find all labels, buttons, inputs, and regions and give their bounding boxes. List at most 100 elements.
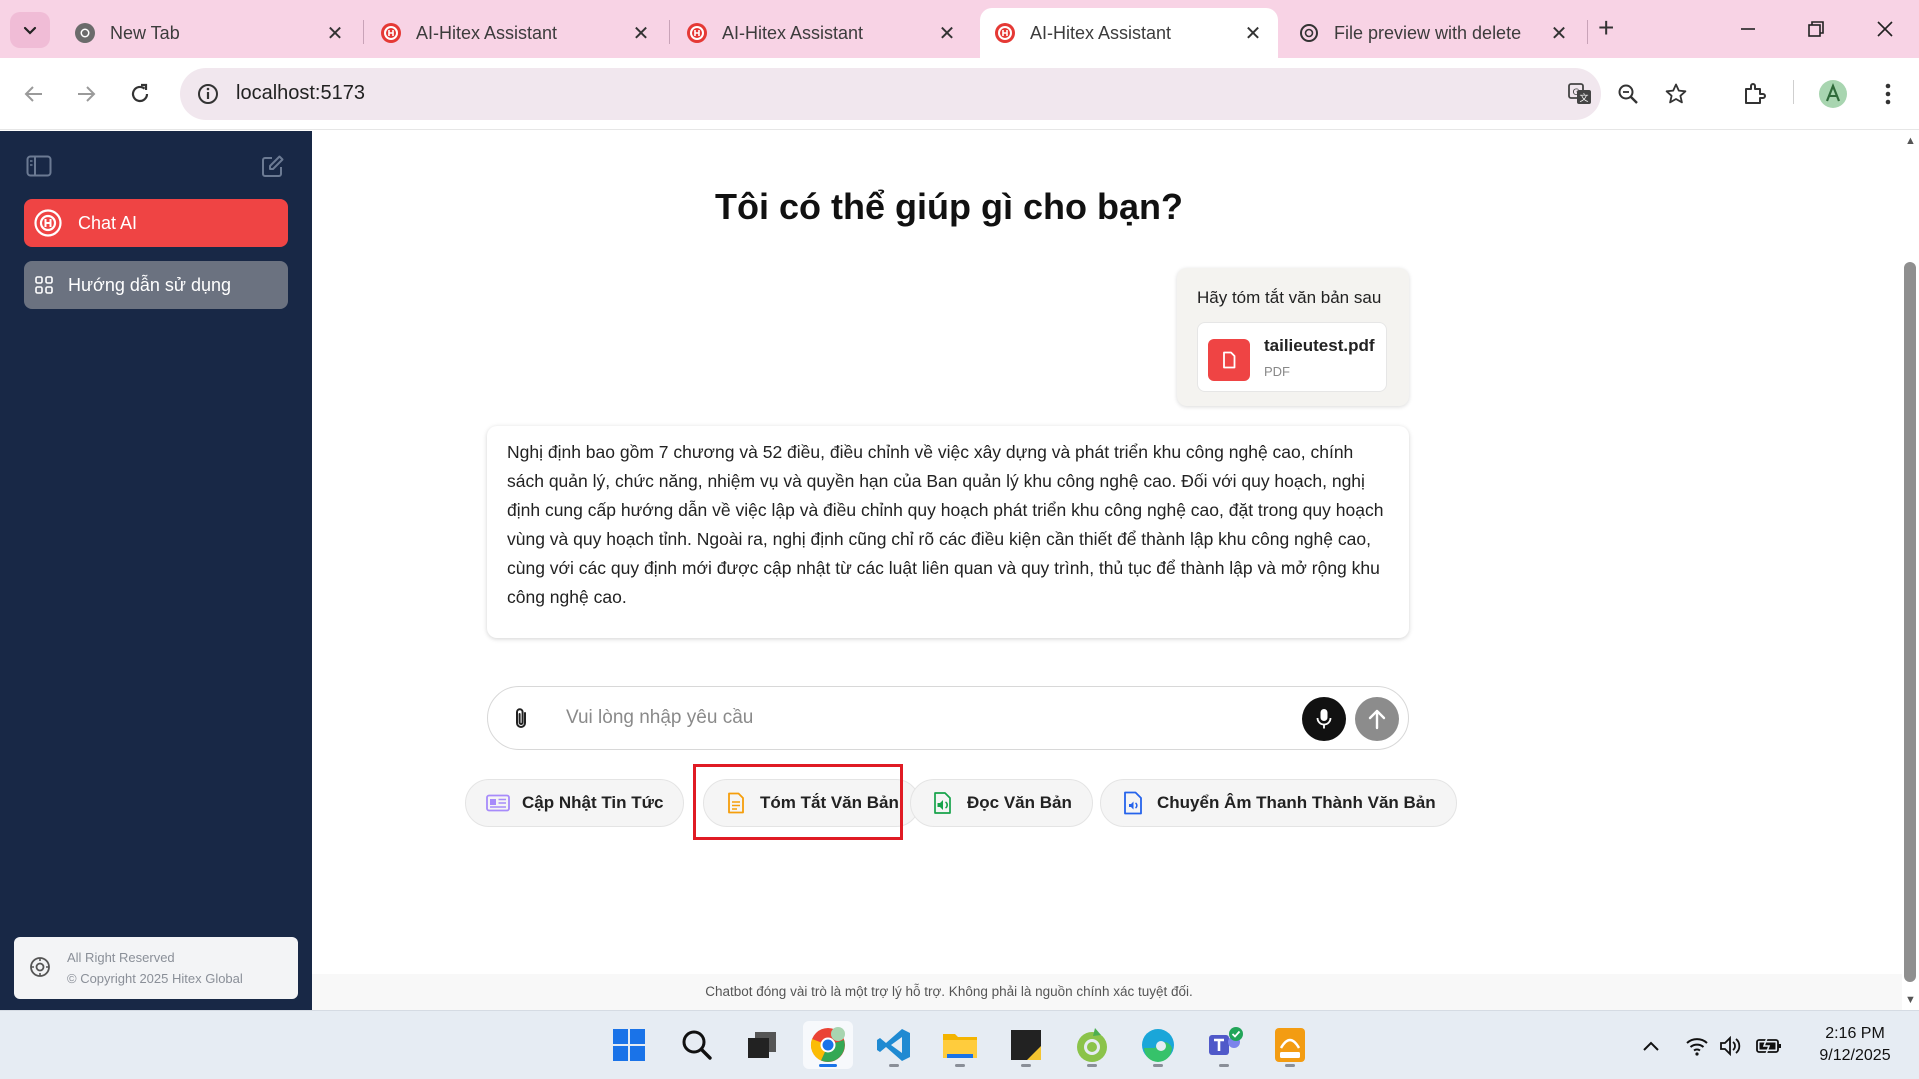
user-message-bubble: Hãy tóm tắt văn bản sau tailieutest.pdf …: [1177, 268, 1409, 406]
speaker-document-icon: [931, 791, 955, 815]
footer-copyright: © Copyright 2025 Hitex Global: [67, 971, 243, 986]
tab-ai-hitex-active[interactable]: AI-Hitex Assistant ✕: [980, 8, 1278, 58]
system-clock[interactable]: 2:16 PM 9/12/2025: [1800, 1023, 1910, 1067]
sidebar-item-user-guide[interactable]: Hướng dẫn sử dụng: [24, 261, 288, 309]
back-button[interactable]: [16, 76, 52, 112]
tray-chevron-up-icon[interactable]: [1638, 1033, 1664, 1059]
coccoc-icon[interactable]: [1067, 1021, 1117, 1069]
chrome-icon[interactable]: [803, 1021, 853, 1069]
scroll-up-arrow-icon[interactable]: ▲: [1902, 133, 1919, 149]
running-indicator: [889, 1064, 899, 1067]
teams-icon[interactable]: [1199, 1021, 1249, 1069]
paperclip-icon[interactable]: [508, 705, 536, 733]
edge-icon[interactable]: [1133, 1021, 1183, 1069]
attached-file-card[interactable]: tailieutest.pdf PDF: [1197, 322, 1387, 392]
windows-start-icon[interactable]: [604, 1021, 654, 1069]
sidebar-item-label: Chat AI: [78, 212, 138, 233]
running-indicator: [1285, 1064, 1295, 1067]
assistant-message-bubble: Nghị định bao gồm 7 chương và 52 điều, đ…: [487, 426, 1409, 638]
audio-file-icon: [1121, 791, 1145, 815]
page-title: Tôi có thể giúp gì cho bạn?: [715, 186, 1183, 227]
close-icon[interactable]: ✕: [1548, 22, 1570, 45]
arrow-up-icon: [1368, 709, 1386, 730]
profile-avatar[interactable]: [1815, 76, 1851, 112]
hitex-logo-icon: [381, 23, 401, 43]
chip-read-document[interactable]: Đọc Văn Bản: [910, 779, 1093, 827]
zoom-icon[interactable]: [1614, 80, 1642, 108]
task-view-icon[interactable]: [737, 1021, 787, 1069]
tab-search-button[interactable]: [10, 12, 50, 48]
volume-icon[interactable]: [1718, 1033, 1744, 1059]
tab-file-preview[interactable]: File preview with delete ✕: [1284, 8, 1584, 58]
restore-icon: [1808, 21, 1824, 37]
send-button[interactable]: [1355, 697, 1399, 741]
svg-text:文: 文: [1579, 92, 1588, 104]
close-window-button[interactable]: [1870, 14, 1900, 44]
tab-new-tab[interactable]: New Tab ✕: [60, 8, 360, 58]
tab-title: New Tab: [110, 22, 180, 43]
file-type: PDF: [1264, 364, 1290, 379]
grid-icon: [30, 271, 58, 299]
chip-speech-to-text[interactable]: Chuyển Âm Thanh Thành Văn Bản: [1100, 779, 1457, 827]
scroll-down-arrow-icon[interactable]: ▼: [1902, 992, 1919, 1008]
settings-badge-icon: [30, 957, 50, 977]
reload-button[interactable]: [122, 76, 158, 112]
translate-icon[interactable]: 文G: [1566, 80, 1594, 108]
vscode-icon[interactable]: [869, 1021, 919, 1069]
hitex-logo-icon: [687, 23, 707, 43]
news-icon: [486, 791, 510, 815]
footer-rights: All Right Reserved: [67, 950, 175, 965]
close-icon: [1877, 21, 1893, 37]
close-icon[interactable]: ✕: [1242, 22, 1264, 45]
new-chat-icon[interactable]: [258, 151, 288, 181]
hitex-logo-icon: [34, 209, 62, 237]
highlight-box: [693, 764, 903, 840]
search-icon[interactable]: [672, 1021, 722, 1069]
chrome-icon: [75, 23, 95, 43]
chip-update-news[interactable]: Cập Nhật Tin Tức: [465, 779, 685, 827]
new-tab-button[interactable]: +: [1598, 14, 1614, 42]
openai-icon: [1300, 24, 1318, 42]
tab-ai-hitex-2[interactable]: AI-Hitex Assistant ✕: [672, 8, 972, 58]
close-icon[interactable]: ✕: [630, 22, 652, 45]
sticky-notes-icon[interactable]: [1001, 1021, 1051, 1069]
sidebar-item-label: Hướng dẫn sử dụng: [68, 274, 232, 295]
bookmark-star-icon[interactable]: [1662, 80, 1690, 108]
chip-label: Chuyển Âm Thanh Thành Văn Bản: [1157, 793, 1436, 812]
file-explorer-icon[interactable]: [935, 1021, 985, 1069]
tab-separator: [363, 20, 364, 44]
user-message-text: Hãy tóm tắt văn bản sau: [1197, 288, 1382, 307]
restore-button[interactable]: [1801, 14, 1831, 44]
chat-input[interactable]: [566, 701, 1266, 735]
tab-separator: [1587, 20, 1588, 44]
toggle-sidebar-icon[interactable]: [24, 151, 54, 181]
browser-toolbar: localhost:5173 文G: [0, 58, 1919, 130]
toolbar-divider: [1793, 80, 1794, 104]
battery-icon[interactable]: [1756, 1033, 1782, 1059]
address-bar[interactable]: localhost:5173 文G: [180, 68, 1687, 120]
minimize-button[interactable]: [1733, 14, 1763, 44]
clock-time: 2:16 PM: [1825, 1025, 1885, 1042]
pdf-reader-icon[interactable]: [1265, 1021, 1315, 1069]
running-indicator: [955, 1064, 965, 1067]
disclaimer-text: Chatbot đóng vài trò là một trợ lý hỗ tr…: [705, 984, 1193, 999]
close-icon[interactable]: ✕: [936, 22, 958, 45]
voice-input-button[interactable]: [1302, 697, 1346, 741]
pdf-file-icon: [1208, 339, 1250, 381]
site-info-icon[interactable]: [196, 82, 220, 106]
minimize-icon: [1741, 28, 1755, 30]
wifi-icon[interactable]: [1684, 1033, 1710, 1059]
sidebar-footer: All Right Reserved © Copyright 2025 Hite…: [14, 937, 298, 999]
more-menu-icon[interactable]: [1870, 76, 1906, 112]
forward-button[interactable]: [68, 76, 104, 112]
svg-text:G: G: [1573, 88, 1580, 98]
scrollbar-thumb[interactable]: [1904, 262, 1916, 982]
tab-ai-hitex-1[interactable]: AI-Hitex Assistant ✕: [366, 8, 666, 58]
url-text: localhost:5173: [236, 82, 365, 104]
running-indicator: [819, 1064, 837, 1067]
sidebar-item-chat-ai[interactable]: Chat AI: [24, 199, 288, 247]
close-icon[interactable]: ✕: [324, 22, 346, 45]
microphone-icon: [1316, 709, 1332, 729]
tab-title: AI-Hitex Assistant: [416, 22, 558, 43]
extensions-icon[interactable]: [1736, 76, 1772, 112]
